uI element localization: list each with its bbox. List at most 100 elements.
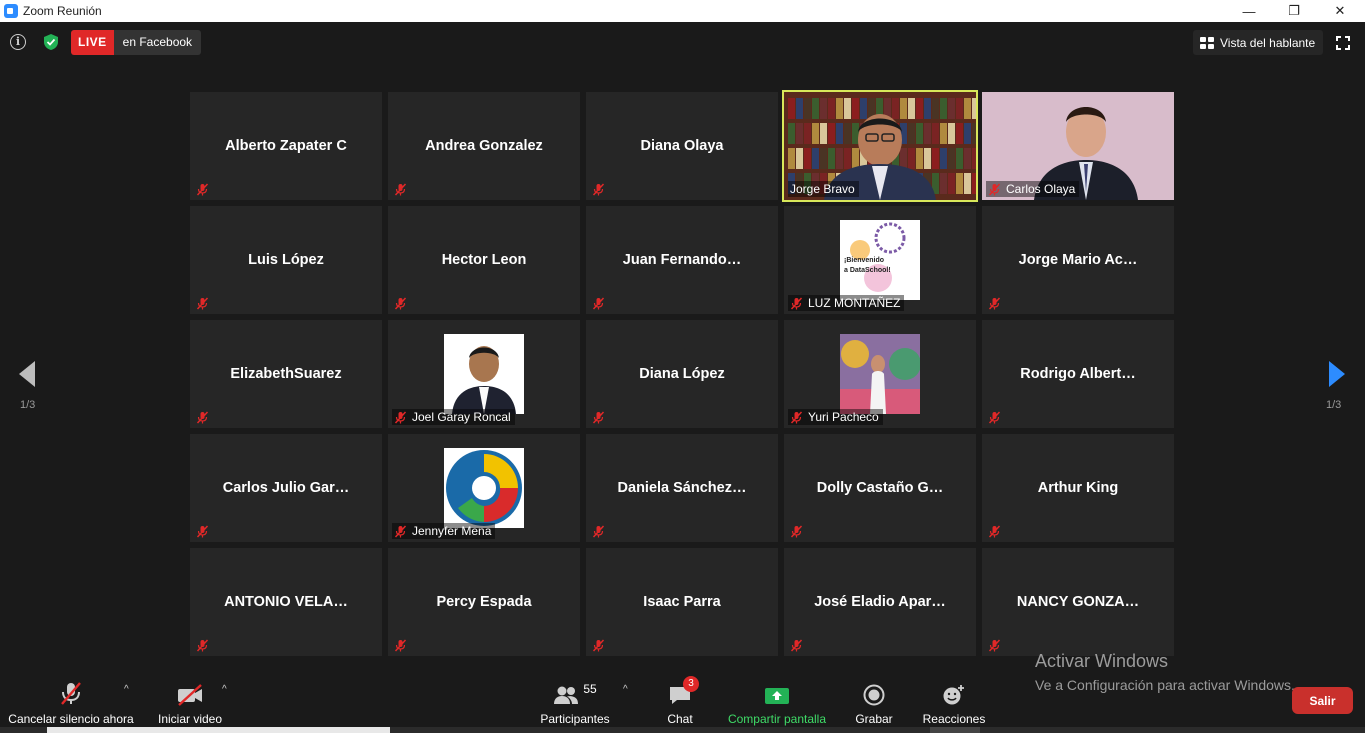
meeting-info-icon[interactable]: i [10,34,26,50]
watermark-title: Activar Windows [1035,651,1169,671]
participant-name: Isaac Parra [643,594,721,610]
start-video-button[interactable]: Iniciar video [156,678,224,726]
participant-tile[interactable]: Hector Leon [388,206,580,314]
fullscreen-icon[interactable] [1336,36,1350,50]
participant-tile[interactable]: Rodrigo Albert… [982,320,1174,428]
participant-tile[interactable]: Yuri Pacheco [784,320,976,428]
reactions-label: Reacciones [922,712,986,726]
muted-mic-icon [196,410,209,424]
participant-tile[interactable]: Andrea Gonzalez [388,92,580,200]
participant-name: José Eladio Apar… [814,594,946,610]
participant-tile[interactable]: ElizabethSuarez [190,320,382,428]
participant-status [194,181,218,197]
participant-tile[interactable]: José Eladio Apar… [784,548,976,656]
profile-photo [840,334,921,414]
participant-tile[interactable]: NANCY GONZA… [982,548,1174,656]
participant-status [392,181,416,197]
participant-tile[interactable]: ANTONIO VELA… [190,548,382,656]
muted-mic-icon [592,638,605,652]
participant-label: LUZ MONTAÑEZ [788,295,905,311]
participant-name: Alberto Zapater C [225,138,347,154]
participant-name: Jorge Bravo [790,182,855,196]
muted-mic-icon [394,410,407,424]
participant-tile[interactable]: Alberto Zapater C [190,92,382,200]
participant-tile[interactable]: Joel Garay Roncal [388,320,580,428]
zoom-logo-icon [4,4,18,18]
audio-options-caret[interactable]: ^ [124,684,129,695]
datascool-avatar-image: ¡Bienvenido a DataSchool! [840,220,920,300]
participant-status [590,409,614,425]
window-titlebar: Zoom Reunión — ❐ ✕ [0,0,1365,22]
muted-mic-icon [394,524,407,538]
participant-tile[interactable]: Daniela Sánchez… [586,434,778,542]
muted-mic-icon [196,638,209,652]
restore-button[interactable]: ❐ [1271,0,1317,22]
participant-status [194,295,218,311]
speaker-view-button[interactable]: Vista del hablante [1193,30,1323,55]
reactions-button[interactable]: Reacciones [922,678,986,726]
windows-activation-watermark: Activar Windows Ve a Configuración para … [1035,651,1295,693]
participant-status [590,523,614,539]
participant-status [590,295,614,311]
video-options-caret[interactable]: ^ [222,684,227,695]
unmute-button[interactable]: Cancelar silencio ahora [8,678,134,726]
participant-name: ANTONIO VELA… [224,594,348,610]
page-indicator-left: 1/3 [20,399,36,411]
participant-tile[interactable]: Jorge Bravo [782,90,978,202]
encryption-shield-icon[interactable] [42,33,60,51]
participant-tile[interactable]: Carlos Julio Gar… [190,434,382,542]
muted-mic-icon [394,296,407,310]
share-screen-label: Compartir pantalla [727,712,827,726]
muted-mic-icon [196,182,209,196]
participant-status [194,409,218,425]
participant-tile[interactable]: ¡Bienvenido a DataSchool! LUZ MONTAÑEZ [784,206,976,314]
participant-tile[interactable]: Isaac Parra [586,548,778,656]
participant-label: Jorge Bravo [788,181,859,197]
minimize-button[interactable]: — [1226,0,1272,22]
participant-tile[interactable]: Jennyfer Mena [388,434,580,542]
muted-mic-icon [790,524,803,538]
share-screen-icon [765,688,789,704]
participant-name: Jorge Mario Ac… [1018,252,1138,268]
share-screen-button[interactable]: Compartir pantalla [727,678,827,726]
next-page-arrow-icon[interactable] [1327,360,1347,388]
microphone-muted-icon [61,682,81,705]
participants-options-caret[interactable]: ^ [623,684,628,695]
previous-page-arrow-icon[interactable] [17,360,37,388]
participant-tile[interactable]: Dolly Castaño G… [784,434,976,542]
muted-mic-icon [592,296,605,310]
leave-meeting-button[interactable]: Salir [1292,687,1353,714]
record-button[interactable]: Grabar [853,678,895,726]
chat-label: Chat [667,712,693,726]
participant-tile[interactable]: Arthur King [982,434,1174,542]
logo-avatar-image [444,448,524,528]
participant-name: Diana Olaya [640,138,724,154]
participant-tile[interactable]: Percy Espada [388,548,580,656]
participant-tile[interactable]: Juan Fernando… [586,206,778,314]
participants-icon [554,686,579,704]
participant-name: LUZ MONTAÑEZ [808,296,901,310]
participants-button[interactable]: 55 Participantes [538,678,612,726]
participant-status [986,409,1010,425]
record-icon [863,684,885,706]
participant-status [788,637,812,653]
close-window-button[interactable]: ✕ [1317,0,1363,22]
participant-status [590,181,614,197]
participant-tile[interactable]: Carlos Olaya [982,92,1174,200]
participant-tile[interactable]: Diana Olaya [586,92,778,200]
watermark-subtitle: Ve a Configuración para activar Windows. [1035,677,1295,693]
participant-tile[interactable]: Diana López [586,320,778,428]
record-label: Grabar [855,712,893,726]
participant-name: Hector Leon [441,252,527,268]
speaker-view-label: Vista del hablante [1220,35,1316,50]
unmute-label: Cancelar silencio ahora [8,712,134,726]
participant-gallery: Alberto Zapater C Andrea Gonzalez Diana Ol… [0,0,1365,733]
participant-name: Daniela Sánchez… [617,480,747,496]
participant-name: ElizabethSuarez [230,366,342,382]
live-stream-indicator[interactable]: LIVE en Facebook [71,30,202,55]
participant-name: NANCY GONZA… [1016,594,1140,610]
participant-status [590,637,614,653]
participant-tile[interactable]: Luis López [190,206,382,314]
participants-count: 55 [583,682,597,696]
participant-tile[interactable]: Jorge Mario Ac… [982,206,1174,314]
